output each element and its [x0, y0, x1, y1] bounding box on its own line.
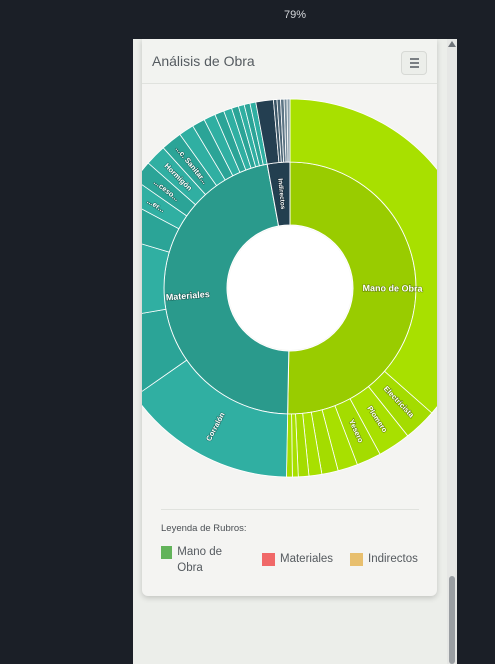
hamburger-icon-line: [410, 58, 419, 60]
hamburger-icon-line: [410, 62, 419, 64]
outer-slice-indirectos-5[interactable]: [286, 98, 291, 163]
menu-button[interactable]: [401, 51, 427, 75]
legend-label: Mano de Obra: [177, 546, 223, 574]
zoom-level: 79%: [283, 9, 307, 21]
card-title: Análisis de Obra: [152, 53, 255, 69]
page-viewport: Análisis de Obra Mano de ObraC...Electri…: [133, 39, 457, 664]
scrollbar-thumb[interactable]: [449, 576, 455, 664]
legend-item-indirectos[interactable]: Indirectos: [350, 551, 418, 567]
analysis-card: Análisis de Obra Mano de ObraC...Electri…: [142, 39, 437, 596]
legend-title: Leyenda de Rubros:: [161, 523, 247, 534]
legend-swatch: [262, 553, 275, 566]
legend-item-mano-de-obra[interactable]: Mano de Obra: [161, 544, 241, 576]
inner-label-mano-de-obra: Mano de Obra: [362, 283, 423, 294]
legend-item-materiales[interactable]: Materiales: [262, 551, 333, 567]
chart-center-hole: [228, 226, 352, 350]
legend-label: Materiales: [280, 553, 334, 565]
sunburst-chart-area: Mano de ObraC...ElectricistaPlomeroYeser…: [142, 83, 437, 503]
card-header: Análisis de Obra: [142, 39, 437, 84]
sunburst-chart: Mano de ObraC...ElectricistaPlomeroYeser…: [142, 98, 437, 478]
legend-label: Indirectos: [368, 553, 418, 565]
legend-swatch: [350, 553, 363, 566]
scroll-up-arrow-icon[interactable]: [448, 41, 456, 47]
legend-divider: [161, 509, 419, 510]
vertical-scrollbar[interactable]: [447, 39, 457, 664]
hamburger-icon-line: [410, 66, 419, 68]
legend-swatch: [161, 546, 173, 559]
